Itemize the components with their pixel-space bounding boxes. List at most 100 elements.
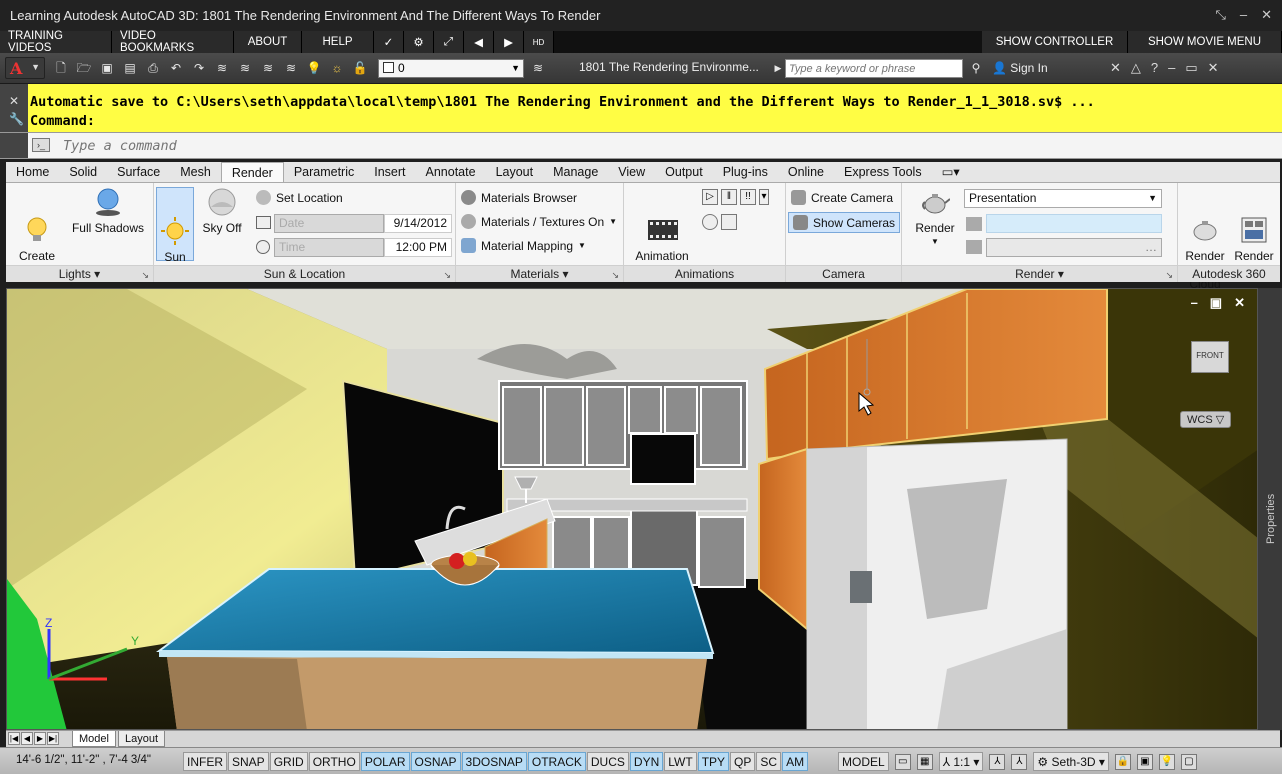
toggle-polar[interactable]: POLAR bbox=[360, 752, 410, 771]
viewport-minimize-icon[interactable]: – bbox=[1191, 295, 1198, 311]
materials-browser-button[interactable]: Materials Browser bbox=[461, 190, 577, 205]
show-controller-button[interactable]: SHOW CONTROLLER bbox=[982, 31, 1128, 53]
shrink-icon[interactable]: ⤡ bbox=[1215, 7, 1225, 23]
next-tab-icon[interactable]: ▶ bbox=[34, 732, 46, 745]
toggle-tpy[interactable]: TPY bbox=[697, 752, 730, 771]
coordinate-readout[interactable]: 14'-6 1/2", 11'-2" , 7'-4 3/4" bbox=[16, 754, 151, 766]
toggle-infer[interactable]: INFER bbox=[183, 752, 227, 771]
toggle-qp[interactable]: QP bbox=[730, 752, 756, 771]
tab-layout[interactable]: Layout bbox=[486, 162, 544, 182]
show-cameras-button[interactable]: Show Cameras bbox=[788, 212, 901, 233]
tab-model[interactable]: Model bbox=[72, 731, 116, 747]
annotation-scale-button[interactable]: ⅄ 1:1 ▾ bbox=[938, 752, 984, 771]
about-button[interactable]: ABOUT bbox=[234, 31, 302, 53]
layer-icon[interactable]: ≋ bbox=[214, 60, 230, 76]
time-value[interactable]: 12:00 PM bbox=[384, 238, 452, 257]
expand-right-icon[interactable]: ▶ bbox=[770, 60, 786, 76]
auto-scale-icon[interactable]: ⅄ bbox=[1011, 753, 1028, 770]
toggle-lwt[interactable]: LWT bbox=[664, 752, 697, 771]
tab-online[interactable]: Online bbox=[778, 162, 834, 182]
toggle-dyn[interactable]: DYN bbox=[629, 752, 664, 771]
command-input[interactable] bbox=[63, 137, 663, 155]
workspace-switch-button[interactable]: ⚙ Seth-3D ▾ bbox=[1033, 752, 1109, 771]
dialog-launcher-icon[interactable]: ↘ bbox=[443, 267, 451, 283]
tab-annotate[interactable]: Annotate bbox=[416, 162, 486, 182]
toggle-grid[interactable]: GRID bbox=[269, 752, 308, 771]
application-menu-button[interactable]: A ▼ bbox=[5, 57, 45, 79]
render-panel-title[interactable]: Render ▾ ↘ bbox=[902, 265, 1177, 282]
layer-dropdown[interactable]: 0 ▼ bbox=[378, 59, 524, 78]
lock-icon[interactable]: 🔒 bbox=[1114, 753, 1131, 770]
print-icon[interactable]: ⎙ bbox=[145, 60, 161, 76]
date-slider[interactable]: Date bbox=[274, 214, 384, 233]
toggle-otrack[interactable]: OTRACK bbox=[527, 752, 586, 771]
first-tab-icon[interactable]: |◀ bbox=[8, 732, 20, 745]
viewport-restore-icon[interactable]: ▣ bbox=[1210, 295, 1222, 311]
dialog-launcher-icon[interactable]: ↘ bbox=[141, 267, 149, 283]
layer-previous-icon[interactable]: ≋ bbox=[260, 60, 276, 76]
date-value[interactable]: 9/14/2012 bbox=[384, 214, 452, 233]
close-icon[interactable]: ✕ bbox=[1208, 60, 1219, 76]
layer-state-icon[interactable]: ≋ bbox=[237, 60, 253, 76]
render-gallery-button[interactable]: Render Gallery bbox=[1230, 187, 1278, 277]
wcs-menu[interactable]: WCS ▽ bbox=[1180, 411, 1232, 428]
video-bookmarks-button[interactable]: VIDEO BOOKMARKS bbox=[112, 30, 234, 54]
new-file-icon[interactable]: 🗋 bbox=[53, 60, 69, 76]
set-location-button[interactable]: Set Location bbox=[256, 190, 343, 205]
command-line-handle[interactable]: ✕ 🔧 bbox=[0, 84, 28, 132]
toggle-snap[interactable]: SNAP bbox=[228, 752, 269, 771]
material-mapping-button[interactable]: Material Mapping ▼ bbox=[461, 238, 586, 253]
tab-plug-ins[interactable]: Plug-ins bbox=[713, 162, 778, 182]
hd-icon[interactable]: HD bbox=[524, 31, 554, 53]
create-light-button[interactable]: Create Light bbox=[12, 187, 62, 277]
sun-icon[interactable]: ☼ bbox=[329, 60, 345, 76]
render-output-field[interactable]: … bbox=[986, 238, 1162, 257]
autodesk-360-icon[interactable]: △ bbox=[1131, 60, 1141, 76]
sign-in-button[interactable]: 👤 Sign In bbox=[992, 61, 1048, 75]
save-icon[interactable]: ▣ bbox=[99, 60, 115, 76]
save-as-icon[interactable]: ▤ bbox=[122, 60, 138, 76]
create-camera-button[interactable]: Create Camera bbox=[791, 190, 893, 205]
toggle-ortho[interactable]: ORTHO bbox=[308, 752, 360, 771]
tab-home[interactable]: Home bbox=[6, 162, 59, 182]
tab-render[interactable]: Render bbox=[220, 162, 284, 182]
toggle-osnap[interactable]: OSNAP bbox=[410, 752, 461, 771]
quick-view-layouts-icon[interactable]: ▭ bbox=[894, 753, 911, 770]
viewcube[interactable]: FRONT bbox=[1191, 341, 1229, 373]
wrench-icon[interactable]: 🔧 bbox=[9, 112, 24, 126]
undo-icon[interactable]: ↶ bbox=[168, 60, 184, 76]
step-icon[interactable]: !! bbox=[740, 189, 756, 205]
tab-express-tools[interactable]: Express Tools bbox=[834, 162, 932, 182]
lightbulb-icon[interactable]: 💡 bbox=[306, 60, 322, 76]
sun-status-button[interactable]: Sun Status bbox=[156, 187, 194, 278]
toggle-sc[interactable]: SC bbox=[756, 752, 782, 771]
close-icon[interactable]: ✕ bbox=[1261, 7, 1272, 23]
dialog-launcher-icon[interactable]: ↘ bbox=[611, 267, 619, 283]
quick-view-drawings-icon[interactable]: ▦ bbox=[916, 753, 933, 770]
open-folder-icon[interactable]: 🗁 bbox=[76, 60, 92, 76]
stop-icon[interactable] bbox=[721, 214, 737, 230]
record-icon[interactable] bbox=[702, 214, 718, 230]
show-movie-menu-button[interactable]: SHOW MOVIE MENU bbox=[1128, 31, 1282, 53]
tab-output[interactable]: Output bbox=[655, 162, 713, 182]
animation-motion-path-button[interactable]: Animation Motion Path bbox=[626, 187, 698, 277]
model-viewport[interactable]: Z Y – ▣ ✕ bbox=[6, 288, 1258, 730]
restore-icon[interactable]: ▭ bbox=[1185, 60, 1197, 76]
hardware-acceleration-icon[interactable]: ▣ bbox=[1136, 753, 1153, 770]
close-icon[interactable]: ✕ bbox=[9, 94, 19, 108]
materials-textures-button[interactable]: Materials / Textures On ▼ bbox=[461, 214, 617, 229]
sky-off-button[interactable]: Sky Off bbox=[200, 187, 244, 235]
model-space-button[interactable]: MODEL bbox=[838, 752, 889, 771]
minimize-icon[interactable]: – bbox=[1168, 60, 1175, 76]
lock-icon[interactable]: 🔓 bbox=[352, 60, 368, 76]
help-icon[interactable]: ? bbox=[1151, 60, 1158, 76]
properties-palette-bar[interactable]: Properties bbox=[1258, 288, 1282, 730]
training-videos-button[interactable]: TRAINING VIDEOS bbox=[0, 30, 112, 54]
play-icon[interactable]: ▷ bbox=[702, 189, 718, 205]
previous-icon[interactable]: ◀ bbox=[464, 31, 494, 53]
clean-screen-icon[interactable]: ▢ bbox=[1180, 753, 1197, 770]
tab-solid[interactable]: Solid bbox=[59, 162, 107, 182]
tab-surface[interactable]: Surface bbox=[107, 162, 170, 182]
layer-match-icon[interactable]: ≋ bbox=[283, 60, 299, 76]
materials-panel-title[interactable]: Materials ▾ ↘ bbox=[456, 265, 623, 282]
